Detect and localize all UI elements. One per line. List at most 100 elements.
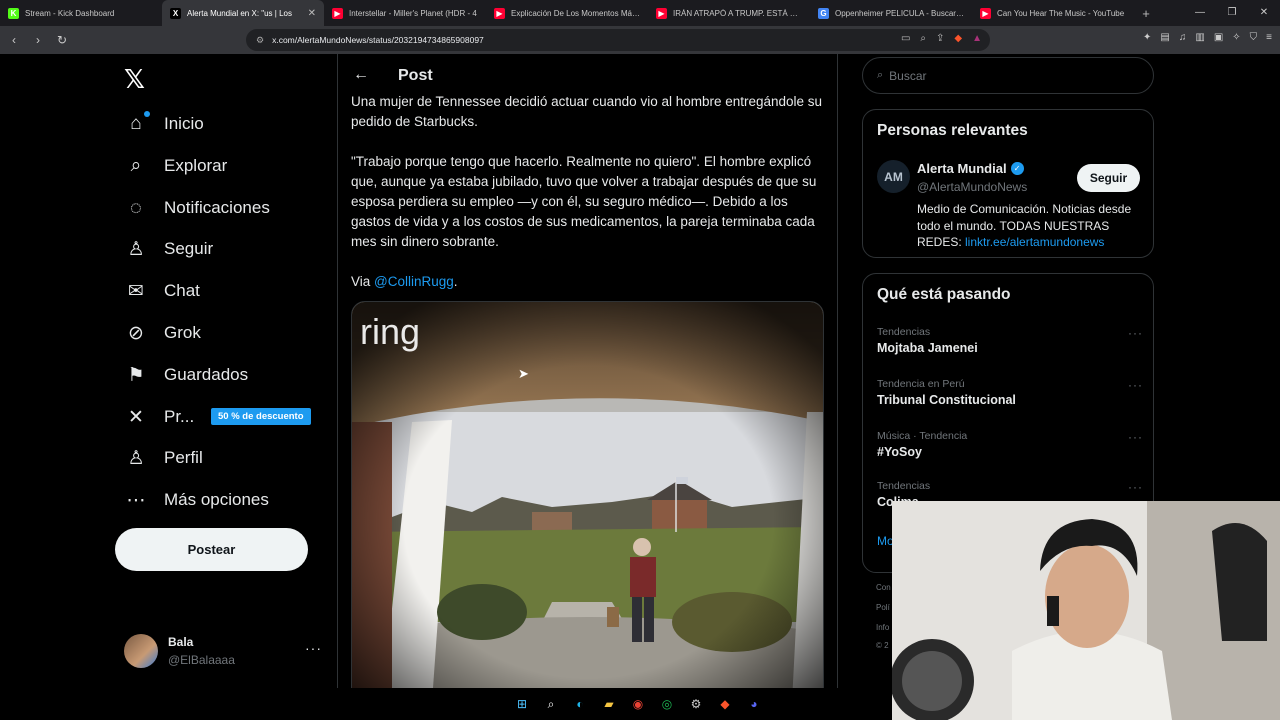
browser-tab[interactable]: ▶ Can You Hear The Music - YouTube	[972, 0, 1134, 26]
nav-item-label: Seguir	[164, 239, 214, 258]
browser-tab[interactable]: ▶ Explicación De Los Momentos Más C	[486, 0, 648, 26]
browser-tab[interactable]: ▶ IRÁN ATRAPÓ A TRUMP. ESTÁ TOTAL	[648, 0, 810, 26]
search-input[interactable]: ⌕ Buscar	[862, 57, 1154, 94]
nav-item-x-premium[interactable]: ✕ Pr...	[124, 397, 194, 437]
add-user-icon: ♙	[127, 238, 145, 260]
nav-item-person[interactable]: ♙ Perfil	[124, 438, 203, 478]
more-dots-icon[interactable]: ···	[305, 640, 322, 656]
sidebar-toggle-icon[interactable]: ▤	[1160, 32, 1169, 43]
account-switcher[interactable]: Bala @ElBalaaaa ···	[124, 632, 324, 672]
chrome-icon[interactable]: ◉	[628, 694, 648, 714]
forward-nav-icon[interactable]: ›	[28, 33, 48, 47]
nav-item-label: Guardados	[164, 365, 249, 384]
footer-link[interactable]: © 2	[876, 641, 889, 650]
media-icon[interactable]: ♫	[1179, 32, 1187, 43]
close-window-icon[interactable]: ✕	[1248, 0, 1280, 26]
edge-icon[interactable]: ◐	[570, 694, 590, 714]
post-body: Una mujer de Tennessee decidió actuar cu…	[351, 92, 827, 312]
premium-discount-badge[interactable]: 50 % de descuento	[211, 408, 311, 425]
more-dots-icon[interactable]: ···	[1128, 326, 1143, 340]
discord-icon[interactable]: ◕	[744, 694, 764, 714]
nav-item-more-circle[interactable]: ⋯ Más opciones	[124, 480, 269, 520]
left-navigation: 𝕏 ⌂ Inicio ⌕ Explorar ◌ Notificaciones ♙ Seguir…	[112, 54, 338, 688]
wallet-icon[interactable]: ▣	[1214, 32, 1223, 43]
nav-item-add-user[interactable]: ♙ Seguir	[124, 229, 213, 269]
post-via: Via @CollinRugg.	[351, 274, 458, 289]
tab-favicon-icon: ▶	[656, 7, 667, 19]
more-dots-icon[interactable]: ···	[1128, 378, 1143, 392]
tab-title: Alerta Mundial en X: "us | Los	[187, 8, 292, 18]
reload-icon[interactable]: ↻	[52, 33, 72, 47]
footer-link[interactable]: Con	[876, 583, 891, 592]
tab-title: Can You Hear The Music - YouTube	[997, 8, 1125, 18]
nav-item-label: Perfil	[164, 448, 203, 467]
search-placeholder: Buscar	[889, 68, 927, 83]
nav-item-label: Inicio	[164, 114, 204, 133]
spotify-icon[interactable]: ◎	[657, 694, 677, 714]
trending-title: Qué está pasando	[877, 286, 1011, 303]
share-icon[interactable]: ⇪	[936, 33, 944, 44]
trend-meta: Tendencia en Perú	[877, 378, 965, 390]
follow-button[interactable]: Seguir	[1077, 164, 1140, 192]
bio-link[interactable]: linktr.ee/alertamundonews	[965, 235, 1104, 249]
x-logo-icon[interactable]: 𝕏	[124, 64, 145, 95]
brave-shield-icon[interactable]: ◆	[954, 33, 962, 44]
footer-link[interactable]: Info	[876, 623, 889, 632]
browser-tab[interactable]: K Stream - Kick Dashboard	[0, 0, 162, 26]
browser-tab[interactable]: X Alerta Mundial en X: "us | Los ✕	[162, 0, 324, 26]
nav-item-label: Chat	[164, 281, 200, 300]
site-info-icon[interactable]: ⚙	[256, 35, 264, 46]
search-icon[interactable]: ⌕	[541, 694, 561, 714]
post-video[interactable]: ring	[351, 301, 824, 688]
screenshot-icon[interactable]: ▭	[901, 33, 910, 44]
footer-link[interactable]: Polí	[876, 603, 890, 612]
post-button[interactable]: Postear	[115, 528, 308, 571]
new-tab-icon[interactable]: +	[1134, 6, 1158, 21]
tab-title: Oppenheimer PELICULA - Buscar co	[835, 8, 964, 18]
verified-badge-icon: ✓	[1010, 162, 1024, 175]
more-dots-icon[interactable]: ···	[1128, 430, 1143, 444]
notification-dot	[144, 111, 150, 117]
nav-item-bell[interactable]: ◌ Notificaciones	[124, 188, 270, 228]
close-tab-icon[interactable]: ✕	[308, 8, 316, 19]
tab-title: Interstellar - Miller's Planet (HDR - 4	[349, 8, 477, 18]
relevant-people-card: Personas relevantes AM Alerta Mundial ✓ …	[862, 109, 1154, 258]
brave-icon[interactable]: ◆	[715, 694, 735, 714]
tab-favicon-icon: K	[8, 7, 19, 19]
restore-icon[interactable]: ❐	[1216, 0, 1248, 26]
browser-tab-bar: K Stream - Kick Dashboard X Alerta Mundial …	[0, 0, 1280, 26]
back-arrow-icon[interactable]: ←	[353, 66, 369, 84]
menu-icon[interactable]: ≡	[1266, 32, 1272, 43]
brave-rewards-icon[interactable]: ▲	[972, 33, 982, 44]
nav-item-grok[interactable]: ⊘ Grok	[124, 313, 201, 353]
trend-meta: Tendencias	[877, 480, 931, 492]
windows-start-icon[interactable]: ⊞	[512, 694, 532, 714]
post-column: ← Post Una mujer de Tennessee decidió ac…	[337, 54, 838, 688]
profile-name: Bala	[168, 635, 194, 649]
zoom-icon[interactable]: ⌕	[920, 33, 926, 44]
leo-ai-icon[interactable]: ✧	[1232, 32, 1240, 43]
split-view-icon[interactable]: ▥	[1195, 32, 1204, 43]
streamer-webcam-image	[892, 501, 1280, 720]
nav-item-home[interactable]: ⌂ Inicio	[124, 104, 204, 144]
avatar[interactable]: AM	[877, 160, 910, 193]
minimize-icon[interactable]: —	[1184, 0, 1216, 26]
nav-item-bookmark[interactable]: ⚑ Guardados	[124, 355, 248, 395]
trend-item[interactable]: Tendencia en Perú Tribunal Constitucional…	[877, 378, 1143, 407]
mention-link[interactable]: @CollinRugg	[374, 274, 454, 289]
nav-item-search[interactable]: ⌕ Explorar	[124, 146, 228, 186]
nav-item-mail[interactable]: ✉ Chat	[124, 271, 200, 311]
browser-tab[interactable]: ▶ Interstellar - Miller's Planet (HDR - 4	[324, 0, 486, 26]
url-field[interactable]: ⚙ x.com/AlertaMundoNews/status/203219473…	[246, 29, 990, 51]
settings-icon[interactable]: ⚙	[686, 694, 706, 714]
relevant-account-name[interactable]: Alerta Mundial ✓	[917, 161, 1024, 176]
browser-tab[interactable]: G Oppenheimer PELICULA - Buscar co	[810, 0, 972, 26]
more-dots-icon[interactable]: ···	[1128, 480, 1143, 494]
back-nav-icon[interactable]: ‹	[4, 33, 24, 47]
vpn-icon[interactable]: ⛉	[1250, 32, 1258, 43]
trend-item[interactable]: Música · Tendencia #YoSoy ···	[877, 430, 1143, 459]
trend-item[interactable]: Tendencias Mojtaba Jamenei ···	[877, 326, 1143, 355]
file-explorer-icon[interactable]: ▰	[599, 694, 619, 714]
extensions-icon[interactable]: ✦	[1143, 32, 1151, 43]
bell-icon: ◌	[130, 196, 142, 219]
